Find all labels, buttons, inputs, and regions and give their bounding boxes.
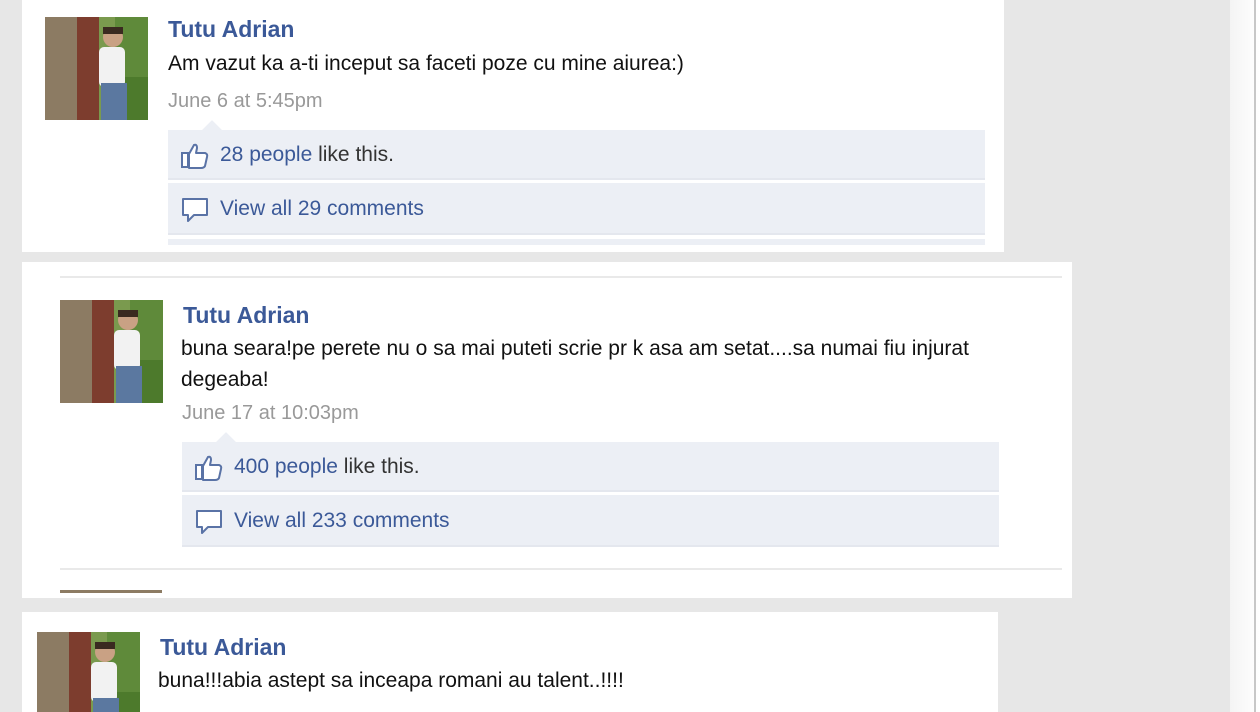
wall-post: Tutu Adrian Am vazut ka a-ti inceput sa … bbox=[22, 0, 1004, 252]
author-avatar[interactable] bbox=[45, 17, 148, 120]
likes-row: 28 people like this. bbox=[168, 130, 985, 180]
likes-summary: 400 people like this. bbox=[234, 455, 420, 479]
thumbs-up-icon[interactable] bbox=[194, 454, 224, 487]
comments-row: View all 29 comments bbox=[168, 183, 985, 235]
page-scrollbar-edge[interactable] bbox=[1254, 0, 1256, 712]
likes-summary: 28 people like this. bbox=[220, 143, 394, 167]
author-avatar[interactable] bbox=[60, 300, 163, 403]
wall-post: Tutu Adrian buna seara!pe perete nu o sa… bbox=[22, 262, 1072, 598]
view-all-comments-link[interactable]: View all 233 comments bbox=[234, 509, 450, 533]
post-timestamp[interactable]: June 6 at 5:45pm bbox=[168, 90, 323, 113]
comment-bubble-icon[interactable] bbox=[180, 196, 210, 229]
comment-bubble-icon[interactable] bbox=[194, 508, 224, 541]
thumbs-up-icon[interactable] bbox=[180, 142, 210, 175]
profile-photo bbox=[37, 632, 140, 712]
likes-suffix: like this. bbox=[337, 455, 420, 478]
likes-row: 400 people like this. bbox=[182, 442, 999, 492]
view-all-comments-label[interactable]: View all 29 comments bbox=[220, 197, 424, 220]
wall-post: Tutu Adrian buna!!!abia astept sa inceap… bbox=[22, 612, 998, 712]
post-message: Am vazut ka a-ti inceput sa faceti poze … bbox=[168, 52, 684, 75]
post-author-link[interactable]: Tutu Adrian bbox=[160, 634, 286, 661]
post-separator bbox=[60, 276, 1062, 278]
post-message: buna!!!abia astept sa inceapa romani au … bbox=[158, 669, 624, 692]
post-separator bbox=[60, 568, 1062, 570]
post-author-link[interactable]: Tutu Adrian bbox=[168, 16, 294, 43]
next-avatar-edge bbox=[60, 590, 162, 593]
view-all-comments-label[interactable]: View all 233 comments bbox=[234, 509, 450, 532]
author-avatar[interactable] bbox=[37, 632, 140, 712]
post-message: buna seara!pe perete nu o sa mai puteti … bbox=[181, 337, 969, 391]
view-all-comments-link[interactable]: View all 29 comments bbox=[220, 197, 424, 221]
ufi-next-row-edge bbox=[168, 239, 985, 245]
profile-photo bbox=[45, 17, 148, 120]
comments-row: View all 233 comments bbox=[182, 495, 999, 547]
post-author-link[interactable]: Tutu Adrian bbox=[183, 302, 309, 329]
likes-count-link[interactable]: 28 people bbox=[220, 143, 312, 166]
profile-photo bbox=[60, 300, 163, 403]
likes-suffix: like this. bbox=[312, 143, 394, 166]
wall-feed: Tutu Adrian Am vazut ka a-ti inceput sa … bbox=[0, 0, 1260, 712]
post-timestamp[interactable]: June 17 at 10:03pm bbox=[182, 402, 359, 425]
likes-count-link[interactable]: 400 people bbox=[234, 455, 338, 478]
